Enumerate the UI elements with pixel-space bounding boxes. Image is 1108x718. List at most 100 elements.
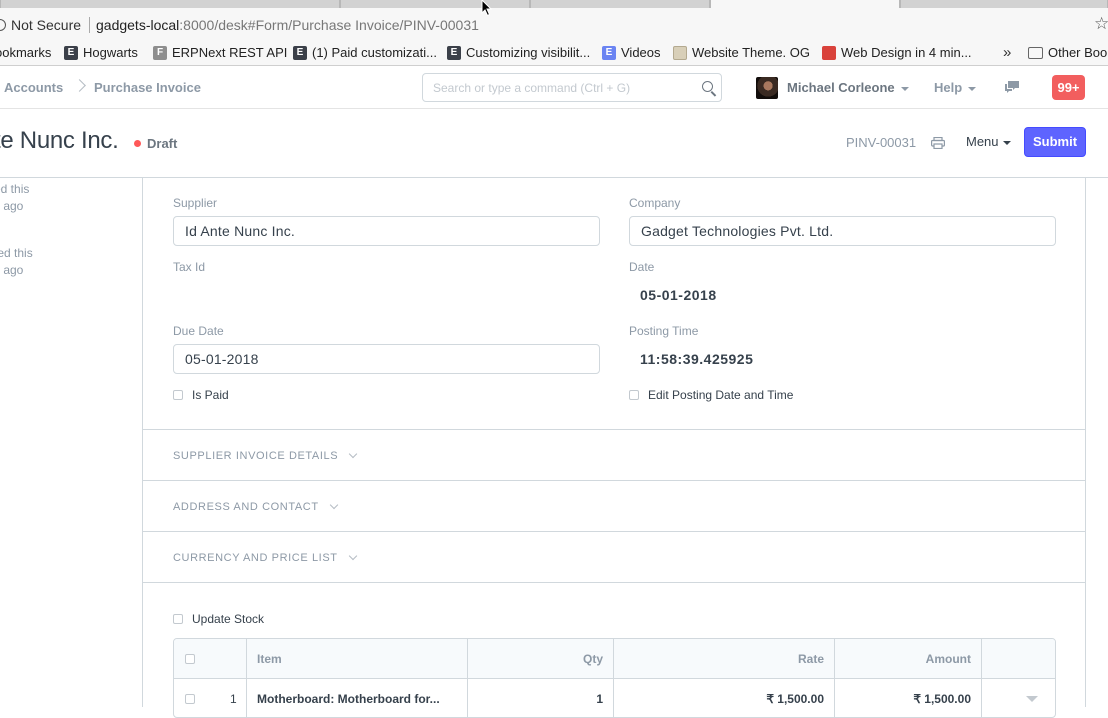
company-field[interactable]: Gadget Technologies Pvt. Ltd. [629,216,1056,246]
due-date-field[interactable]: 05-01-2018 [173,344,600,374]
is-paid-checkbox[interactable]: Is Paid [173,388,229,402]
bookmark-label: Web Design in 4 min... [841,45,972,60]
help-label: Help [934,80,963,95]
print-icon[interactable] [931,137,945,149]
bookmark-label: Website Theme. OG [692,45,811,60]
caret-down-icon [968,86,977,91]
help-menu[interactable]: Help [934,80,977,95]
section-currency-and-price-list[interactable]: CURRENCY AND PRICE LIST [173,551,357,564]
row-index: 1 [230,692,237,706]
bookmarks-overflow-icon[interactable]: » [1003,44,1011,61]
bookmark-favicon: E [447,45,461,60]
awesome-bar[interactable] [422,73,722,102]
timeline-item: ted this s ago [0,245,33,279]
avatar[interactable] [756,77,778,99]
bookmark-item[interactable]: F ERPNext REST API [153,45,287,60]
bookmark-star-icon[interactable]: ☆ [1094,14,1108,34]
other-bookmarks-label: Other Book [1048,45,1108,60]
date-value: 05-01-2018 [640,287,717,303]
bookmark-item[interactable]: E Hogwarts [64,45,138,60]
item-cell[interactable]: Motherboard: Motherboard for... [247,679,468,717]
checkbox-icon[interactable] [173,390,183,400]
search-input[interactable] [423,74,683,101]
browser-tab-active[interactable] [710,0,900,8]
chat-icon[interactable] [1004,80,1020,94]
notifications-badge[interactable]: 99+ [1052,75,1085,100]
checkbox-icon[interactable] [629,390,639,400]
section-title: CURRENCY AND PRICE LIST [173,552,338,564]
browser-tab[interactable] [340,0,530,8]
bookmarks-bar: ookmarks E Hogwarts F ERPNext REST API E (1… [0,42,1108,66]
rate-cell[interactable]: ₹ 1,500.00 [614,679,835,717]
bookmark-item[interactable]: E Videos [602,45,661,60]
url-path: :8000/desk#Form/Purchase Invoice/PINV-00… [179,17,479,33]
items-table: Item Qty Rate Amount 1 Motherboard: Moth… [173,638,1056,718]
url-host: gadgets-local [96,17,180,33]
status-dot-icon [134,140,141,147]
address-separator [89,17,90,33]
row-select-cell: 1 [174,679,247,717]
row-dropdown-icon[interactable] [1026,696,1038,702]
security-label[interactable]: Not Secure [11,17,81,33]
timeline-text: ed this [0,182,30,196]
address-bar[interactable]: Not Secure gadgets-local:8000/desk#Form/… [0,8,1108,42]
chevron-down-icon [348,551,357,561]
bookmark-item[interactable]: E (1) Paid customizati... [293,45,437,60]
posting-time-label: Posting Time [629,324,699,338]
user-menu[interactable]: Michael Corleone [787,80,909,95]
column-header-item: Item [247,639,468,679]
table-row[interactable]: 1 Motherboard: Motherboard for... 1 ₹ 1,… [174,679,1055,717]
bookmark-item[interactable]: ookmarks [0,45,51,60]
timeline-time: s ago [0,199,24,213]
menu-button[interactable]: Menu [966,134,1011,149]
bookmark-item[interactable]: Website Theme. OG [673,45,810,60]
bookmark-item[interactable]: Web Design in 4 min... [822,45,972,60]
section-divider [143,582,1085,583]
section-supplier-invoice-details[interactable]: SUPPLIER INVOICE DETAILS [173,449,358,462]
company-label: Company [629,196,681,210]
mouse-cursor-icon [481,0,493,17]
caret-down-icon [900,86,909,91]
breadcrumb-chevron-icon [73,79,86,92]
browser-tab[interactable] [900,0,1108,8]
submit-button[interactable]: Submit [1024,127,1086,157]
bookmark-favicon: F [153,45,167,60]
browser-tab[interactable] [0,0,340,8]
row-checkbox[interactable] [185,694,195,704]
breadcrumb-accounts[interactable]: Accounts [4,80,63,95]
breadcrumb-purchase-invoice[interactable]: Purchase Invoice [94,80,201,95]
bookmark-favicon: E [602,45,616,60]
update-stock-label: Update Stock [192,612,265,626]
checkbox-icon[interactable] [173,614,183,624]
section-divider [143,480,1085,481]
bookmark-favicon: E [64,45,78,60]
search-icon[interactable] [702,81,713,92]
row-actions-cell[interactable] [982,679,1055,717]
user-name: Michael Corleone [787,80,895,95]
edit-posting-checkbox[interactable]: Edit Posting Date and Time [629,388,793,402]
section-address-and-contact[interactable]: ADDRESS AND CONTACT [173,500,338,513]
update-stock-checkbox[interactable]: Update Stock [173,612,264,626]
form-layout: Supplier Id Ante Nunc Inc. Company Gadge… [142,178,1086,718]
posting-time-value: 11:58:39.425925 [640,351,754,367]
browser-tab[interactable] [530,0,710,8]
select-all-checkbox[interactable] [185,654,195,664]
qty-cell[interactable]: 1 [468,679,614,717]
chevron-down-icon [329,500,338,510]
caret-down-icon [1002,140,1011,145]
amount-cell[interactable]: ₹ 1,500.00 [835,679,982,717]
section-divider [143,429,1085,430]
menu-label: Menu [966,134,999,149]
status-badge: Draft [134,136,177,151]
status-label: Draft [147,136,178,151]
browser-tab-strip [0,0,1108,8]
bookmark-label: ookmarks [0,45,52,60]
folder-icon [1028,46,1043,59]
url-text[interactable]: gadgets-local:8000/desk#Form/Purchase In… [96,17,479,33]
supplier-field[interactable]: Id Ante Nunc Inc. [173,216,600,246]
other-bookmarks[interactable]: Other Book [1028,45,1108,60]
timeline-item: ed this s ago [0,181,29,215]
is-paid-label: Is Paid [192,388,229,402]
bookmark-item[interactable]: E Customizing visibilit... [447,45,590,60]
info-icon[interactable] [0,19,6,31]
